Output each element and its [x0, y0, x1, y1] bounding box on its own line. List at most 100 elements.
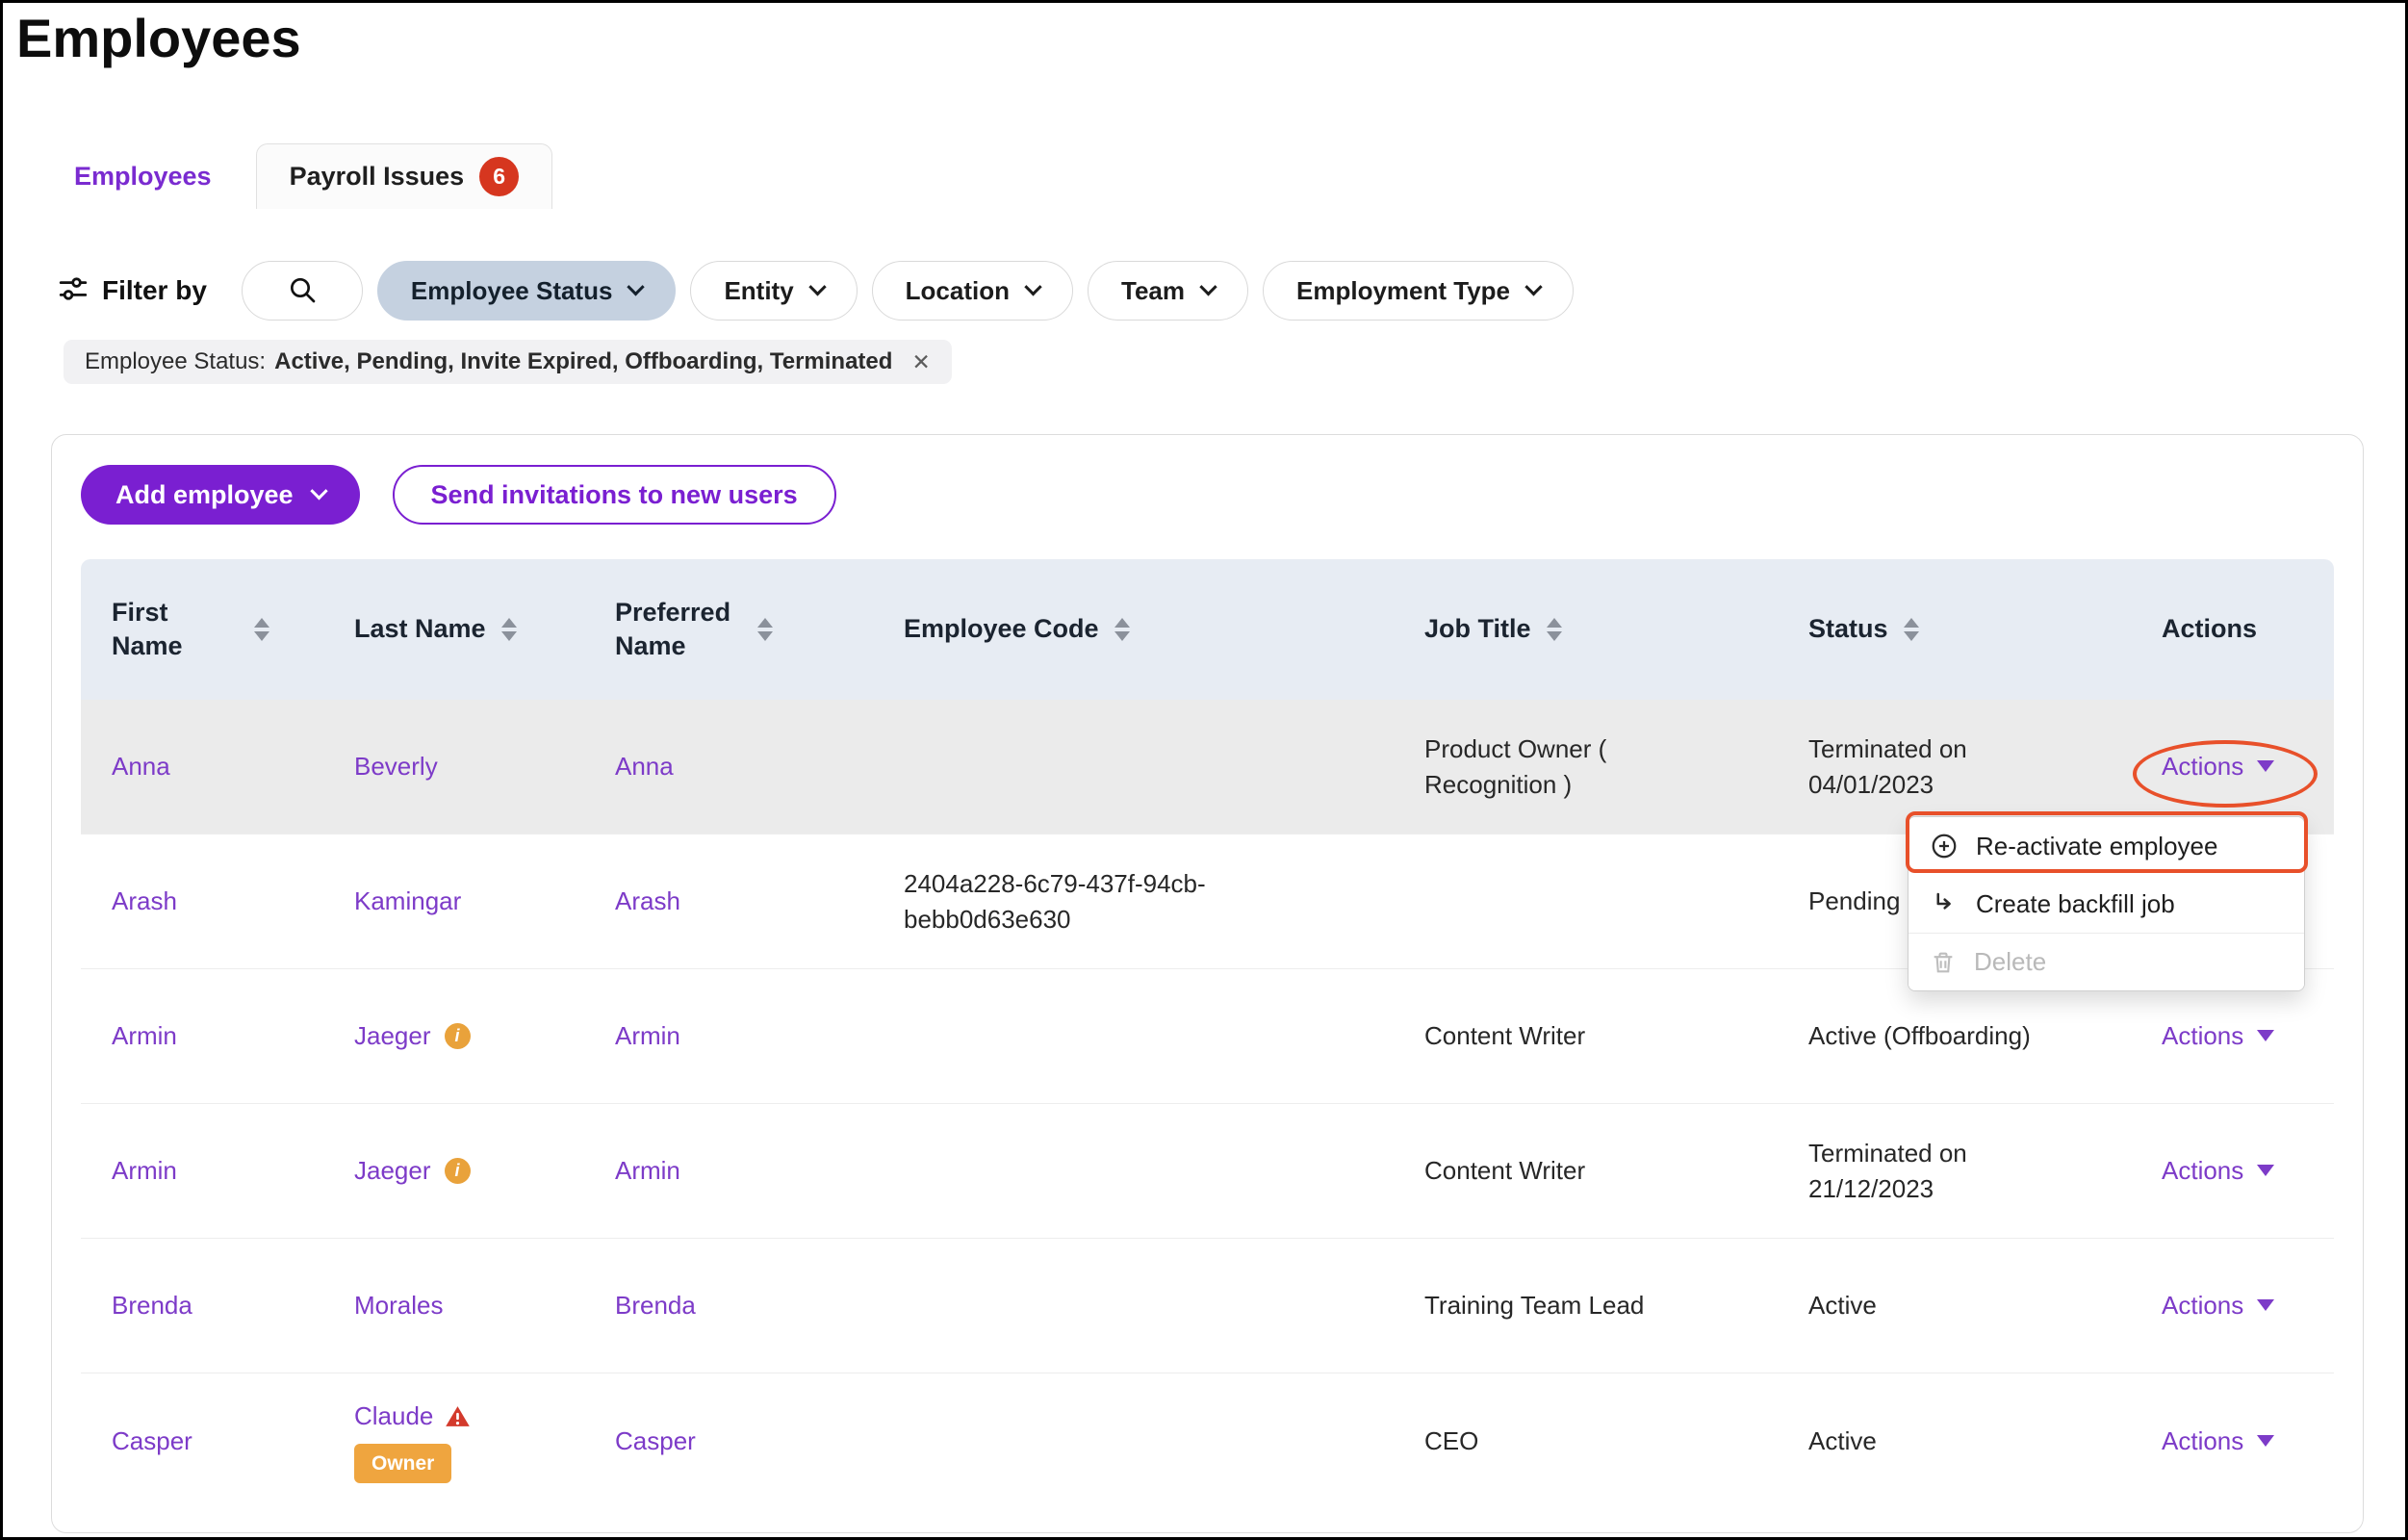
circle-plus-icon	[1930, 832, 1959, 860]
status-text: Terminated on 04/01/2023	[1808, 732, 2097, 802]
filter-sliders-icon	[57, 272, 90, 310]
filter-by-label: Filter by	[102, 275, 207, 306]
caret-down-icon	[2257, 760, 2274, 772]
table-row[interactable]: Casper Claude	[81, 1373, 2334, 1508]
table-header: First Name Last Name Preferred Name	[81, 559, 2334, 700]
column-header[interactable]: Actions	[2131, 559, 2334, 700]
employees-table: First Name Last Name Preferred Name	[81, 559, 2334, 1508]
status-text: Active	[1808, 1288, 1877, 1322]
sort-icon	[1904, 618, 1919, 641]
last-name[interactable]: Kamingar	[354, 884, 461, 918]
row-actions-button[interactable]: Actions	[2162, 1288, 2274, 1322]
row-actions-button[interactable]: Actions	[2162, 749, 2274, 783]
filter-dropdown-label: Team	[1121, 276, 1185, 306]
sort-icon	[254, 618, 269, 641]
status-text: Pending	[1808, 884, 1900, 918]
tabs: Employees Payroll Issues 6	[41, 143, 552, 209]
first-name[interactable]: Armin	[112, 1153, 177, 1188]
row-actions-button[interactable]: Actions	[2162, 1153, 2274, 1188]
owner-badge: Owner	[354, 1444, 451, 1483]
first-name[interactable]: Casper	[112, 1424, 192, 1458]
last-name[interactable]: Claude	[354, 1399, 433, 1433]
filter-dropdown-label: Location	[906, 276, 1010, 306]
first-name[interactable]: Anna	[112, 749, 170, 783]
search-button[interactable]	[242, 261, 363, 321]
first-name[interactable]: Armin	[112, 1018, 177, 1053]
menu-item[interactable]: Create backfill job	[1908, 875, 2304, 933]
tab[interactable]: Employees	[41, 143, 244, 209]
menu-item[interactable]: Delete	[1908, 933, 2304, 990]
chevron-down-icon	[1024, 278, 1041, 295]
filter-dropdowns: Employee Status Entity Location Team	[377, 261, 1574, 321]
filter-dropdown-label: Employment Type	[1296, 276, 1510, 306]
column-header[interactable]: Employee Code	[873, 559, 1394, 700]
first-name[interactable]: Arash	[112, 884, 177, 918]
send-invitations-button[interactable]: Send invitations to new users	[393, 465, 836, 525]
caret-down-icon	[2257, 1165, 2274, 1176]
preferred-name[interactable]: Casper	[615, 1424, 696, 1458]
status-text: Terminated on 21/12/2023	[1808, 1136, 2097, 1206]
column-header[interactable]: Status	[1778, 559, 2131, 700]
filter-dropdown-label: Employee Status	[411, 276, 613, 306]
filter-dropdown[interactable]: Team	[1088, 261, 1248, 321]
row-actions-button[interactable]: Actions	[2162, 1018, 2274, 1053]
chevron-down-icon	[628, 278, 645, 295]
job-title: Training Team Lead	[1424, 1288, 1644, 1322]
chevron-down-icon	[1524, 278, 1542, 295]
column-header[interactable]: Last Name	[323, 559, 584, 700]
preferred-name[interactable]: Brenda	[615, 1288, 696, 1322]
table-row[interactable]: Armin Jaeger Armin	[81, 1104, 2334, 1239]
actions-menu: Re-activate employee Create backfill job	[1908, 816, 2305, 991]
tab[interactable]: Payroll Issues 6	[256, 143, 553, 209]
warning-icon[interactable]	[445, 1404, 471, 1428]
caret-down-icon	[2257, 1030, 2274, 1041]
preferred-name[interactable]: Armin	[615, 1018, 680, 1053]
tab-label: Employees	[74, 162, 212, 192]
first-name[interactable]: Brenda	[112, 1288, 192, 1322]
table-row[interactable]: Anna Beverly Anna	[81, 700, 2334, 834]
filter-dropdown[interactable]: Location	[872, 261, 1073, 321]
column-header[interactable]: First Name	[81, 559, 323, 700]
search-icon	[287, 274, 318, 308]
table-row[interactable]: Brenda Morales Brenda	[81, 1239, 2334, 1373]
filter-dropdown[interactable]: Entity	[690, 261, 857, 321]
sort-icon	[1114, 618, 1130, 641]
status-text: Active (Offboarding)	[1808, 1018, 2031, 1053]
active-filters: Employee Status:Active, Pending, Invite …	[64, 340, 952, 384]
info-icon[interactable]	[445, 1023, 471, 1049]
employee-code: 2404a228-6c79-437f-94cb-bebb0d63e630	[904, 866, 1289, 937]
filter-dropdown-label: Entity	[724, 276, 793, 306]
payroll-issues-badge: 6	[479, 157, 519, 196]
job-title: Product Owner ( Recognition )	[1424, 732, 1742, 802]
last-name[interactable]: Morales	[354, 1288, 443, 1322]
filter-bar: Filter by Employee Status Entity	[57, 261, 1574, 321]
last-name[interactable]: Jaeger	[354, 1018, 431, 1053]
preferred-name[interactable]: Armin	[615, 1153, 680, 1188]
filter-by: Filter by	[57, 272, 207, 310]
last-name[interactable]: Jaeger	[354, 1153, 431, 1188]
chevron-down-icon	[310, 482, 327, 500]
sort-icon	[1547, 618, 1562, 641]
filter-chip: Employee Status:Active, Pending, Invite …	[64, 340, 952, 384]
filter-dropdown[interactable]: Employment Type	[1263, 261, 1574, 321]
column-header[interactable]: Job Title	[1394, 559, 1778, 700]
menu-item[interactable]: Re-activate employee	[1908, 817, 2304, 875]
caret-down-icon	[2257, 1435, 2274, 1447]
preferred-name[interactable]: Anna	[615, 749, 674, 783]
filter-dropdown[interactable]: Employee Status	[377, 261, 677, 321]
chevron-down-icon	[808, 278, 826, 295]
last-name[interactable]: Beverly	[354, 749, 438, 783]
backfill-arrow-icon	[1930, 889, 1959, 918]
job-title: Content Writer	[1424, 1153, 1585, 1188]
page-title: Employees	[16, 7, 301, 69]
preferred-name[interactable]: Arash	[615, 884, 680, 918]
row-actions-button[interactable]: Actions	[2162, 1424, 2274, 1458]
column-header[interactable]: Preferred Name	[584, 559, 873, 700]
job-title: CEO	[1424, 1424, 1478, 1458]
add-employee-button[interactable]: Add employee	[81, 465, 360, 525]
caret-down-icon	[2257, 1299, 2274, 1311]
close-icon[interactable]: ✕	[911, 349, 930, 375]
info-icon[interactable]	[445, 1158, 471, 1184]
chevron-down-icon	[1199, 278, 1217, 295]
sort-icon	[757, 618, 773, 641]
